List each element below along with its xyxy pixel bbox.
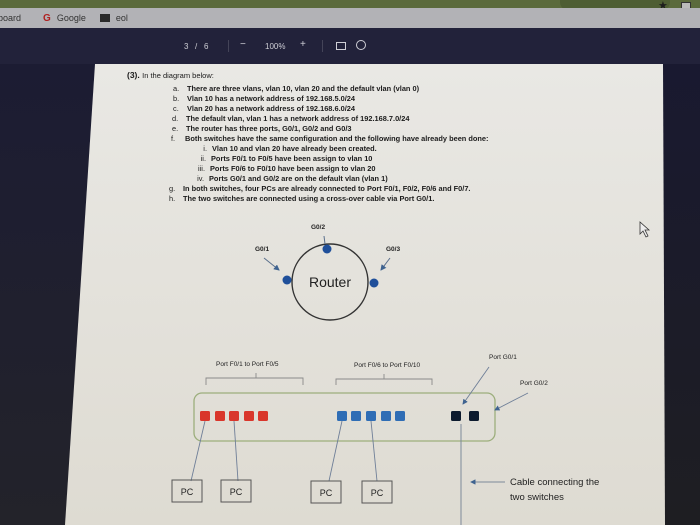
- switch-ports: [200, 411, 479, 421]
- port-f0-7: [351, 411, 361, 421]
- pointer-line: [323, 235, 326, 245]
- mouse-cursor-icon: [639, 221, 651, 238]
- pc-cable: [328, 420, 343, 482]
- port-g0-2: [469, 411, 479, 421]
- pc-1: PC: [171, 479, 203, 503]
- pc-2: PC: [220, 479, 252, 503]
- uplink-label-g0-2: Port G0/2: [520, 380, 548, 387]
- pc-label: PC: [320, 488, 333, 498]
- pc-cable: [190, 420, 206, 482]
- port-f0-10: [395, 411, 405, 421]
- pc-label: PC: [181, 487, 194, 497]
- router-port-label: G0/2: [311, 224, 325, 231]
- port-f0-4: [244, 411, 254, 421]
- pc-label: PC: [371, 488, 384, 498]
- bracket-vlan10: [205, 373, 304, 385]
- router-port-label: G0/3: [386, 246, 400, 253]
- cable-label-line2: two switches: [510, 492, 564, 503]
- port-f0-9: [381, 411, 391, 421]
- port-f0-3: [229, 411, 239, 421]
- router-label: Router: [309, 274, 351, 290]
- pc-3: PC: [310, 480, 342, 504]
- port-f0-6: [337, 411, 347, 421]
- arrow-icon: [462, 366, 490, 405]
- router-port-label: G0/1: [255, 246, 269, 253]
- arrow-icon: [494, 392, 529, 411]
- port-f0-1: [200, 411, 210, 421]
- pc-4: PC: [361, 480, 393, 504]
- uplink-label-g0-1: Port G0/1: [489, 354, 517, 361]
- port-f0-8: [366, 411, 376, 421]
- pc-cable: [370, 420, 378, 482]
- arrow-icon: [380, 257, 391, 271]
- pc-cable: [233, 420, 239, 482]
- router-port-g0-2: [322, 244, 332, 254]
- port-g0-1: [451, 411, 461, 421]
- cable-label-line1: Cable connecting the: [510, 477, 599, 488]
- router-port-g0-3: [369, 278, 379, 288]
- bracket-vlan20: [335, 374, 433, 385]
- port-group-label-vlan10: Port F0/1 to Port F0/5: [216, 361, 279, 368]
- port-f0-5: [258, 411, 268, 421]
- port-group-label-vlan20: Port F0/6 to Port F0/10: [354, 362, 420, 369]
- port-f0-2: [215, 411, 225, 421]
- arrow-icon: [263, 257, 280, 271]
- router-port-g0-1: [282, 275, 292, 285]
- pc-label: PC: [230, 487, 243, 497]
- network-diagram: Router G0/1 G0/2 G0/3 Port F0/1 to Port …: [171, 221, 651, 525]
